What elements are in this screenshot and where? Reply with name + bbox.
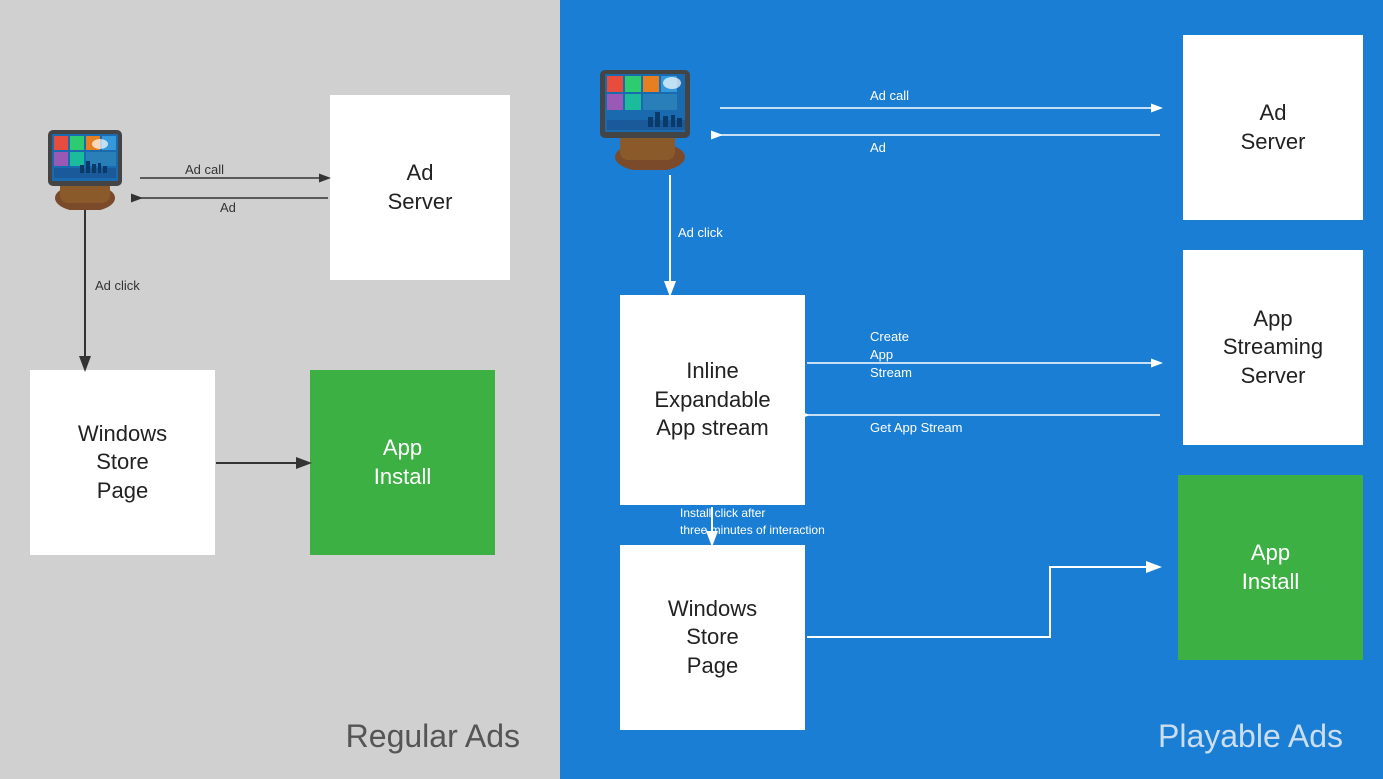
device-icon-left: [30, 120, 140, 210]
windows-store-box-left: Windows Store Page: [30, 370, 215, 555]
app-install-box-right: App Install: [1178, 475, 1363, 660]
ad-call-label-left: Ad call: [185, 162, 224, 177]
inline-expandable-box: Inline Expandable App stream: [620, 295, 805, 505]
ad-click-label-left: Ad click: [95, 278, 140, 293]
ad-label-left: Ad: [220, 200, 236, 215]
ad-server-box-left: Ad Server: [330, 95, 510, 280]
ad-click-label-right: Ad click: [678, 225, 723, 240]
create-stream-label: Create App Stream: [870, 328, 912, 383]
ad-server-box-right: Ad Server: [1183, 35, 1363, 220]
windows-store-box-right: Windows Store Page: [620, 545, 805, 730]
get-stream-label: Get App Stream: [870, 420, 963, 435]
install-click-label: Install click after three minutes of int…: [680, 505, 825, 539]
ad-label-right: Ad: [870, 140, 886, 155]
streaming-server-box: App Streaming Server: [1183, 250, 1363, 445]
right-panel: Ad Server App Streaming Server Inline Ex…: [560, 0, 1383, 779]
left-panel: Ad Server Windows Store Page App Install…: [0, 0, 560, 779]
device-icon-right: [590, 65, 720, 165]
playable-ads-label: Playable Ads: [1158, 718, 1343, 755]
ad-call-label-right: Ad call: [870, 88, 909, 103]
app-install-box-left: App Install: [310, 370, 495, 555]
regular-ads-label: Regular Ads: [346, 718, 520, 755]
